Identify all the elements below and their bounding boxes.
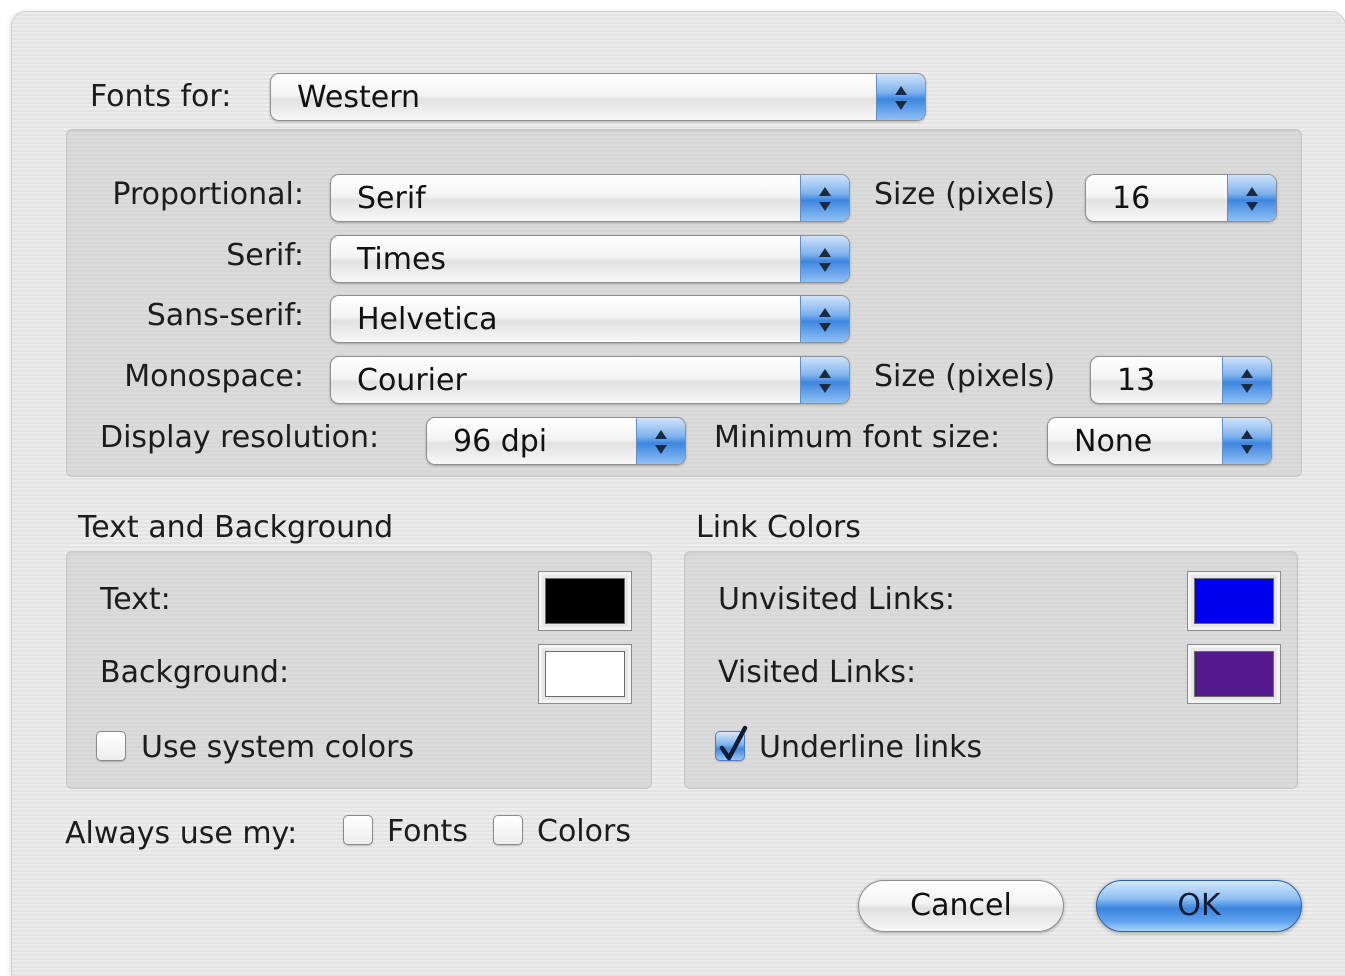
link-colors-title: Link Colors <box>696 510 861 545</box>
underline-links-checkbox[interactable] <box>715 725 748 761</box>
text-color-swatch <box>545 578 625 624</box>
monospace-label: Monospace: <box>124 359 304 394</box>
fonts-for-label: Fonts for: <box>90 79 232 114</box>
fonts-and-colors-dialog: Fonts for: Western Proportional: Serif S… <box>12 12 1345 976</box>
popup-arrows-icon <box>1222 357 1271 403</box>
always-use-colors-label: Colors <box>537 814 631 849</box>
text-color-label: Text: <box>100 582 171 617</box>
proportional-size-value: 16 <box>1112 181 1151 216</box>
fonts-for-popup[interactable]: Western <box>270 73 926 121</box>
use-system-colors-label: Use system colors <box>141 730 415 765</box>
ok-button[interactable]: OK <box>1096 880 1302 932</box>
proportional-label: Proportional: <box>112 177 304 212</box>
unvisited-links-color-well[interactable] <box>1187 571 1281 631</box>
text-color-well[interactable] <box>538 571 632 631</box>
checkmark-icon <box>719 725 748 761</box>
serif-value: Times <box>357 242 447 277</box>
always-use-colors-checkbox[interactable] <box>493 815 523 845</box>
always-use-fonts-checkbox[interactable] <box>343 815 373 845</box>
popup-arrows-icon <box>1227 175 1276 221</box>
monospace-size-label: Size (pixels) <box>874 359 1056 394</box>
proportional-value: Serif <box>357 181 426 216</box>
popup-arrows-icon <box>800 175 849 221</box>
always-use-fonts-label: Fonts <box>387 814 468 849</box>
popup-arrows-icon <box>1222 418 1271 464</box>
background-color-swatch <box>545 651 625 697</box>
serif-popup[interactable]: Times <box>330 235 850 283</box>
unvisited-links-swatch <box>1194 578 1274 624</box>
display-resolution-value: 96 dpi <box>453 424 548 459</box>
popup-arrows-icon <box>800 357 849 403</box>
sans-serif-value: Helvetica <box>357 302 498 337</box>
display-resolution-label: Display resolution: <box>100 420 380 455</box>
popup-arrows-icon <box>800 296 849 342</box>
sans-serif-popup[interactable]: Helvetica <box>330 295 850 343</box>
minimum-font-size-value: None <box>1074 424 1153 459</box>
sans-serif-label: Sans-serif: <box>146 298 304 333</box>
cancel-button[interactable]: Cancel <box>858 880 1064 932</box>
use-system-colors-checkbox[interactable] <box>96 731 126 761</box>
display-resolution-popup[interactable]: 96 dpi <box>426 417 686 465</box>
minimum-font-size-popup[interactable]: None <box>1047 417 1272 465</box>
visited-links-label: Visited Links: <box>718 655 917 690</box>
monospace-size-value: 13 <box>1117 363 1156 398</box>
proportional-size-label: Size (pixels) <box>874 177 1056 212</box>
always-use-my-label: Always use my: <box>65 816 298 851</box>
underline-links-label: Underline links <box>759 730 983 765</box>
popup-arrows-icon <box>800 236 849 282</box>
proportional-size-popup[interactable]: 16 <box>1085 174 1277 222</box>
popup-arrows-icon <box>636 418 685 464</box>
monospace-size-popup[interactable]: 13 <box>1090 356 1272 404</box>
minimum-font-size-label: Minimum font size: <box>714 420 1001 455</box>
proportional-popup[interactable]: Serif <box>330 174 850 222</box>
monospace-value: Courier <box>357 363 467 398</box>
monospace-popup[interactable]: Courier <box>330 356 850 404</box>
unvisited-links-label: Unvisited Links: <box>718 582 955 617</box>
visited-links-color-well[interactable] <box>1187 644 1281 704</box>
serif-label: Serif: <box>226 238 304 273</box>
fonts-for-value: Western <box>297 80 421 115</box>
background-color-well[interactable] <box>538 644 632 704</box>
visited-links-swatch <box>1194 651 1274 697</box>
text-and-background-title: Text and Background <box>78 510 394 545</box>
popup-arrows-icon <box>876 74 925 120</box>
background-color-label: Background: <box>100 655 290 690</box>
